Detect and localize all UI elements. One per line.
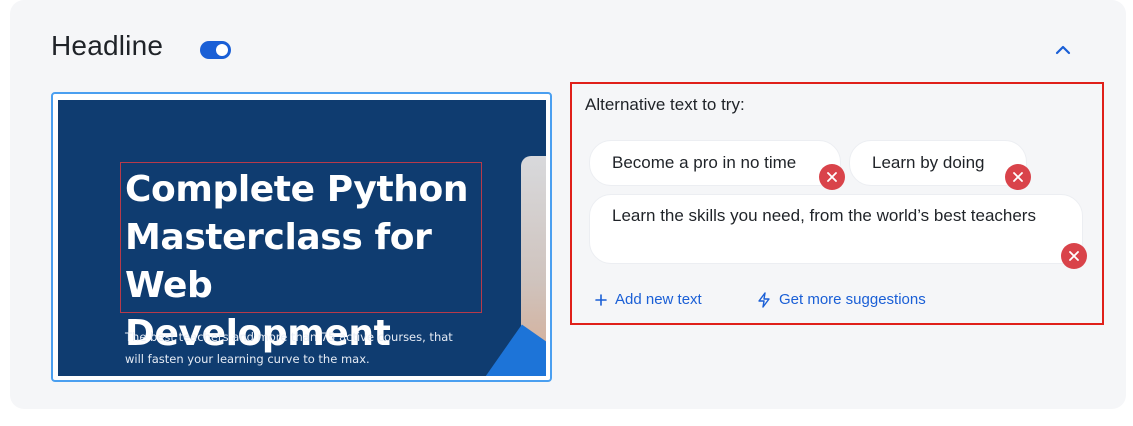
add-new-text-label: Add new text	[615, 291, 702, 308]
headline-preview[interactable]: Complete Python Masterclass for Web Deve…	[51, 92, 552, 382]
close-icon	[827, 172, 837, 182]
alternative-chip[interactable]: Become a pro in no time	[589, 140, 841, 186]
alternative-text-label: Alternative text to try:	[585, 95, 745, 114]
plus-icon	[595, 293, 607, 306]
lightning-icon	[758, 291, 770, 308]
get-more-suggestions-button[interactable]: Get more suggestions	[757, 291, 926, 308]
alternative-chip[interactable]: Learn the skills you need, from the worl…	[589, 194, 1083, 264]
headline-toggle[interactable]	[200, 41, 231, 59]
remove-alternative-button[interactable]	[1061, 243, 1087, 269]
remove-alternative-button[interactable]	[1005, 164, 1031, 190]
alternative-chip[interactable]: Learn by doing	[849, 140, 1027, 186]
preview-subtext: The best teachers and more than 75 activ…	[125, 330, 453, 366]
section-title: Headline	[51, 30, 164, 61]
close-icon	[1069, 251, 1079, 261]
close-icon	[1013, 172, 1023, 182]
alternative-chip-text: Learn by doing	[872, 153, 985, 172]
remove-alternative-button[interactable]	[819, 164, 845, 190]
add-new-text-button[interactable]: Add new text	[595, 291, 702, 308]
collapse-button[interactable]	[1050, 38, 1076, 62]
chevron-up-icon	[1055, 45, 1071, 55]
toggle-knob	[216, 44, 228, 56]
alternative-text-panel: Alternative text to try: Become a pro in…	[570, 82, 1104, 325]
get-more-suggestions-label: Get more suggestions	[779, 291, 926, 308]
alternative-chip-text: Learn the skills you need, from the worl…	[612, 206, 1036, 225]
preview-canvas: Complete Python Masterclass for Web Deve…	[58, 100, 546, 376]
alternative-chip-text: Become a pro in no time	[612, 153, 797, 172]
